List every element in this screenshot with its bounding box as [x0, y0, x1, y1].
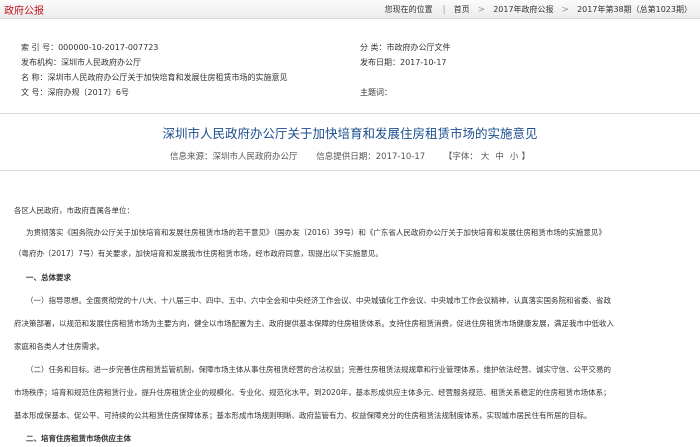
breadcrumb-location-label: 您现在的位置 [384, 5, 433, 14]
meta-index-value: 000000-10-2017-007723 [58, 42, 159, 52]
meta-docno-value: 深府办规〔2017〕6号 [47, 87, 129, 97]
article-greeting: 各区人民政府，市政府直属各单位： [14, 206, 134, 215]
font-size-close: 】 [521, 152, 530, 162]
meta-category: 分 类： 市政府办公厅文件 [360, 40, 451, 54]
meta-date: 发布日期： 2017-10-17 [360, 55, 447, 69]
info-provided-date: 信息提供日期：2017-10-17 [316, 152, 426, 162]
font-size-control: 【字体：大中小】 [444, 152, 530, 162]
meta-index: 索 引 号： 000000-10-2017-007723 [21, 40, 158, 54]
breadcrumb-separator: > [477, 4, 486, 15]
meta-date-label: 发布日期： [360, 57, 400, 67]
breadcrumb-separator: > [561, 4, 570, 15]
article-paragraph: 家庭和各类人才住房需求。 [14, 342, 104, 351]
meta-index-label: 索 引 号： [21, 42, 59, 52]
meta-name-value: 深圳市人民政府办公厅关于加快培育和发展住房租赁市场的实施意见 [47, 72, 288, 82]
article-heading: 二、培育住房租赁市场供应主体 [26, 434, 131, 443]
article-heading: 一、总体要求 [26, 273, 71, 282]
meta-docno: 文 号： 深府办规〔2017〕6号 [21, 85, 129, 99]
meta-category-value: 市政府办公厅文件 [386, 42, 451, 52]
meta-agency-label: 发布机构： [21, 57, 61, 67]
top-bar: 政府公报 您现在的位置 | 首页 > 2017年政府公报 > 2017年第38期… [0, 0, 700, 19]
divider [0, 113, 700, 114]
meta-category-label: 分 类： [360, 42, 387, 52]
breadcrumb-issue-link[interactable]: 2017年第38期（总第1023期） [569, 0, 700, 19]
document-metadata: 索 引 号： 000000-10-2017-007723 分 类： 市政府办公厅… [15, 37, 685, 103]
meta-name: 名 称： 深圳市人民政府办公厅关于加快培育和发展住房租赁市场的实施意见 [21, 70, 288, 84]
info-source: 信息来源：深圳市人民政府办公厅 [170, 152, 298, 162]
meta-docno-label: 文 号： [21, 87, 48, 97]
font-size-label: 【字体： [443, 152, 478, 162]
meta-subject: 主题词： [360, 85, 392, 99]
meta-name-label: 名 称： [21, 72, 48, 82]
divider [0, 170, 700, 171]
font-large-link[interactable]: 大 [481, 152, 490, 162]
meta-date-value: 2017-10-17 [400, 57, 447, 67]
breadcrumb-home-link[interactable]: 首页 [446, 0, 478, 19]
font-medium-link[interactable]: 中 [495, 152, 504, 162]
article-title: 深圳市人民政府办公厅关于加快培育和发展住房租赁市场的实施意见 [162, 126, 538, 141]
article-paragraph: （二）任务和目标。进一步完善住房租赁监管机制，保障市场主体从事住房租赁经营的合法… [26, 365, 611, 374]
article-paragraph: 为贯彻落实《国务院办公厅关于加快培育和发展住房租赁市场的若干意见》（国办发〔20… [26, 228, 606, 237]
article-paragraph: （粤府办〔2017〕7号）有关要求，加快培育和发展我市住房租赁市场，经市政府同意… [14, 249, 383, 258]
article-paragraph: 基本形成保基本、促公平、可持续的公共租赁住房保障体系；基本形成市场规则明晰、政府… [14, 411, 592, 420]
meta-agency: 发布机构： 深圳市人民政府办公厅 [21, 55, 141, 69]
article-paragraph: （一）指导思想。全面贯彻党的十八大、十八届三中、四中、五中、六中全会和中央经济工… [26, 296, 611, 305]
breadcrumb-year-link[interactable]: 2017年政府公报 [485, 0, 561, 19]
section-title[interactable]: 政府公报 [4, 2, 44, 17]
article-paragraph: 府决策部署，以规范和发展住房租赁市场为主要方向，健全以市场配置为主、政府提供基本… [14, 319, 614, 328]
article-paragraph: 市场秩序；培育和规范住房租赁行业，提升住房租赁企业的规模化、专业化、规范化水平。… [14, 388, 611, 397]
breadcrumb: 您现在的位置 | 首页 > 2017年政府公报 > 2017年第38期（总第10… [377, 0, 700, 19]
article-info: 信息来源：深圳市人民政府办公厅 信息提供日期：2017-10-17 【字体：大中… [0, 150, 700, 162]
meta-subject-label: 主题词： [360, 87, 392, 97]
font-small-link[interactable]: 小 [510, 152, 519, 162]
meta-agency-value: 深圳市人民政府办公厅 [61, 57, 141, 67]
